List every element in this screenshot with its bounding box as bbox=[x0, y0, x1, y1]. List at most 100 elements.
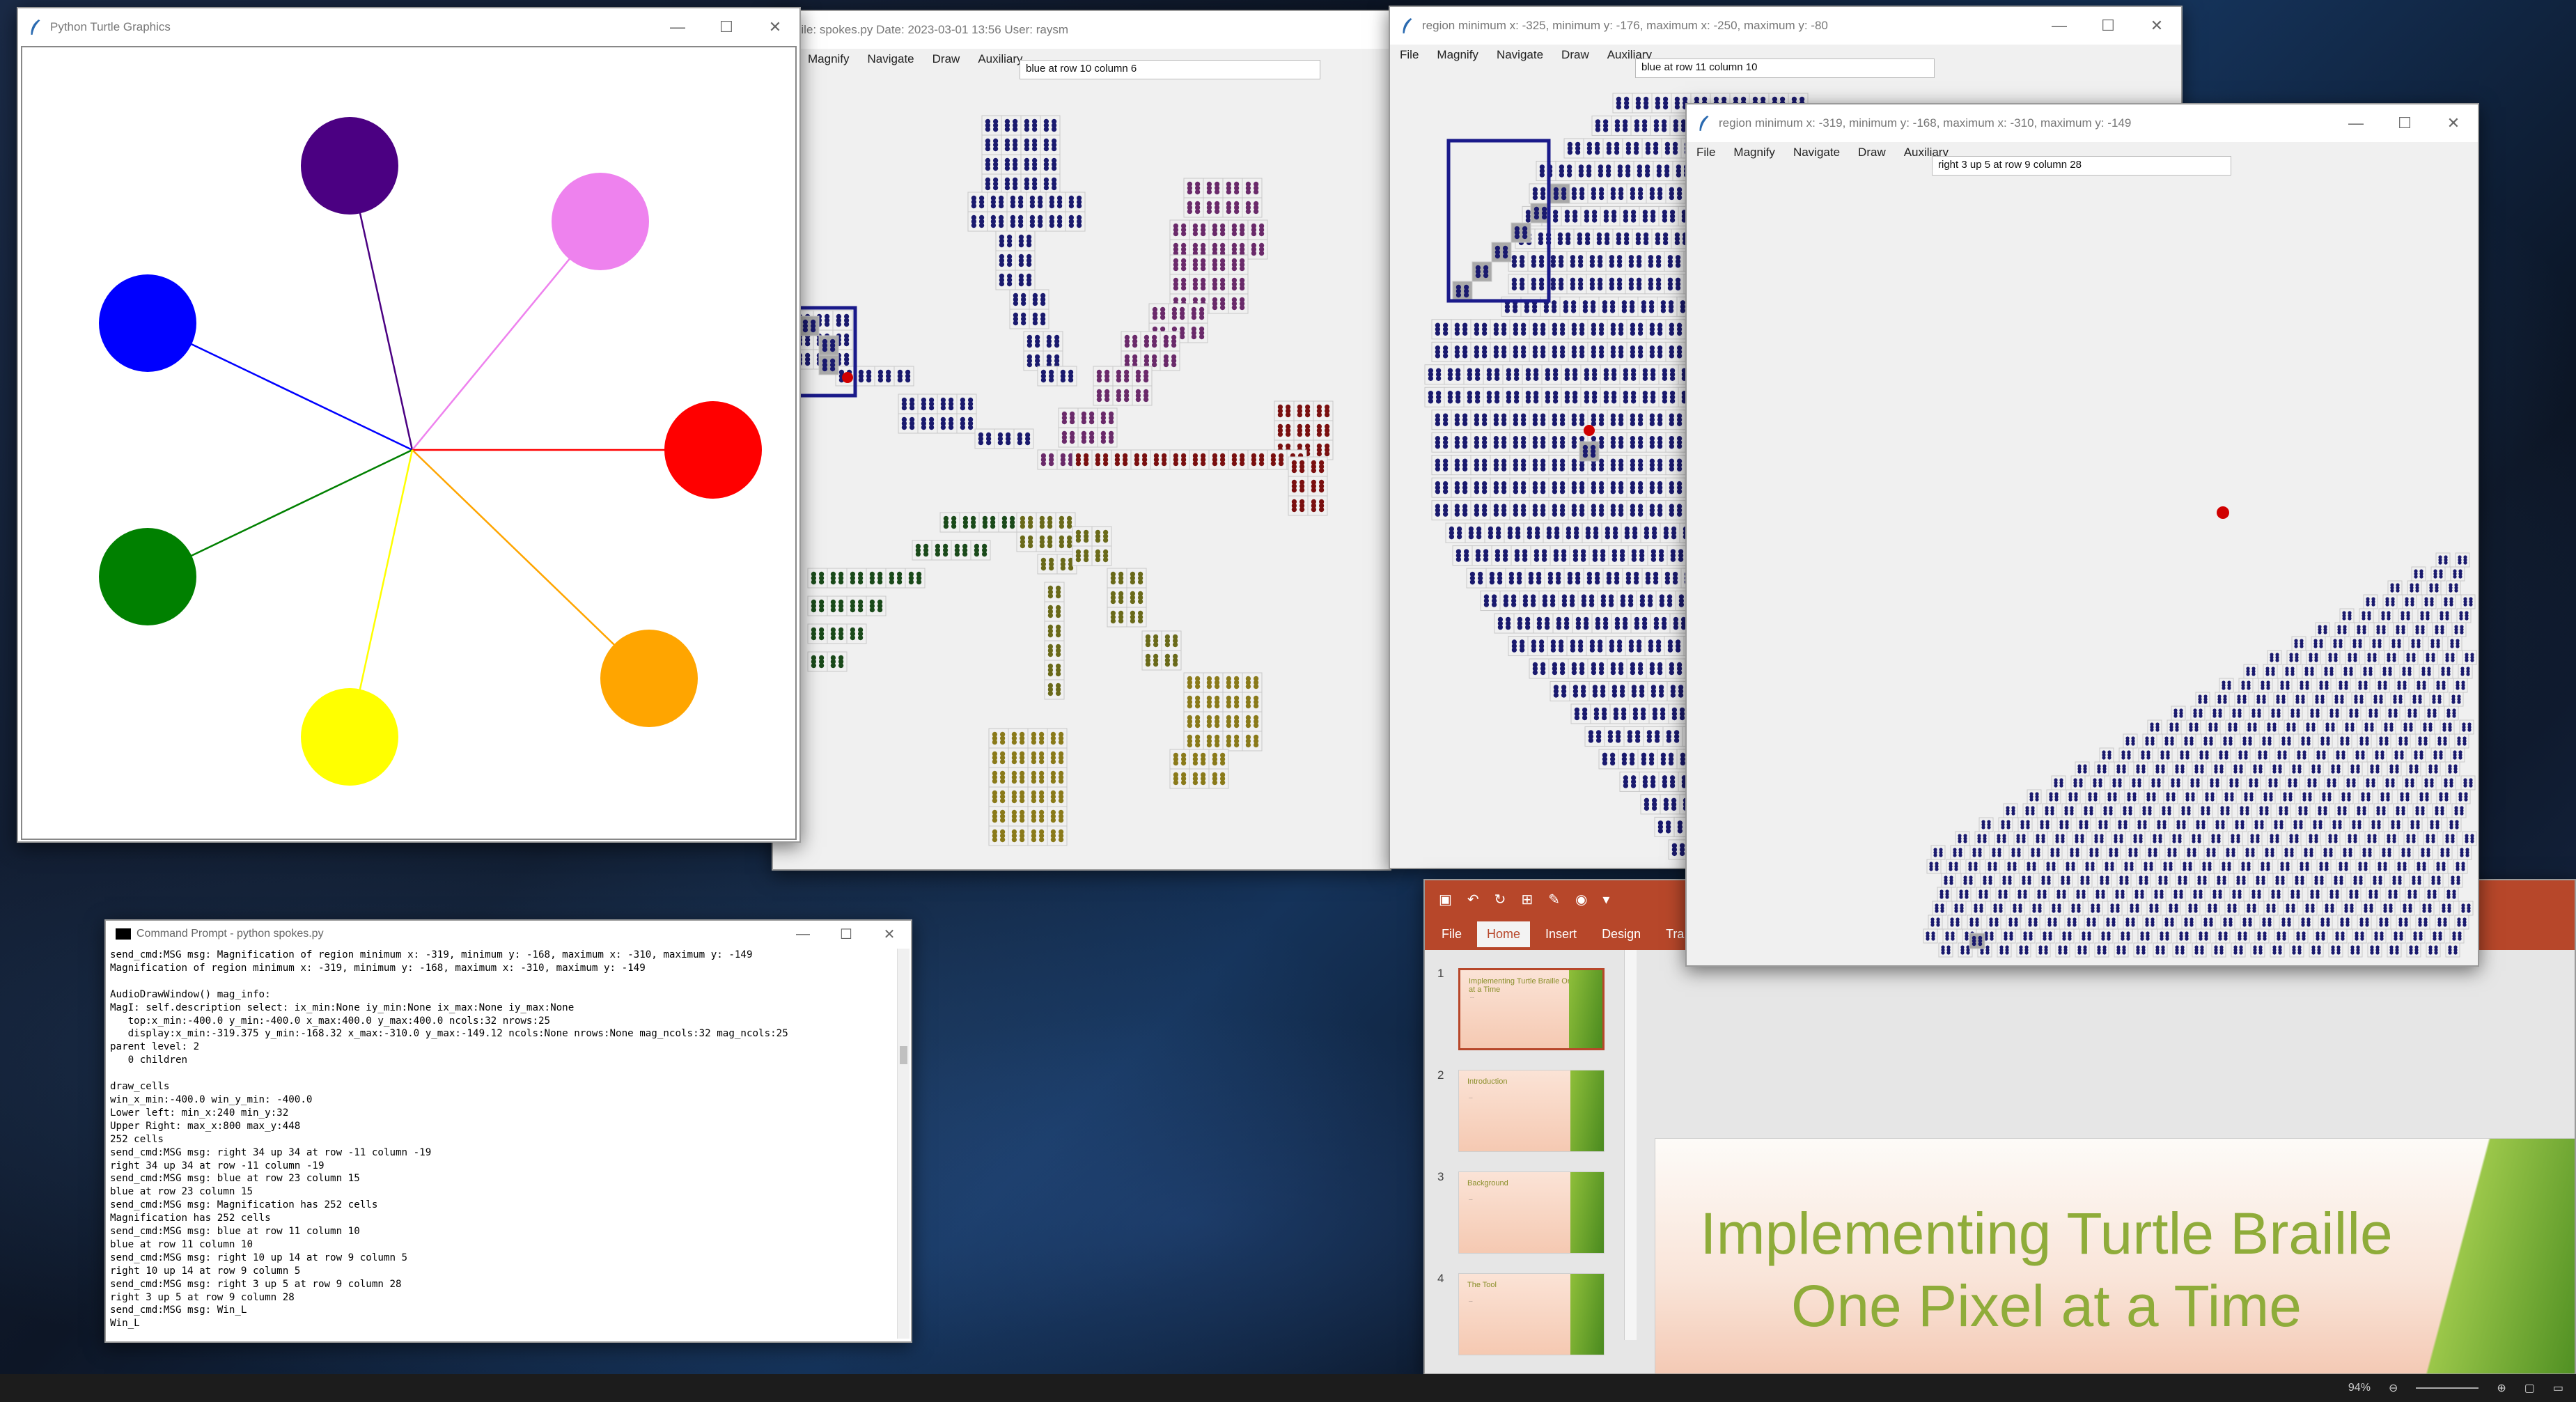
braille-dot bbox=[1311, 506, 1317, 513]
braille-dot bbox=[1481, 421, 1488, 426]
braille-grid-canvas[interactable] bbox=[773, 81, 1390, 868]
braille-dot bbox=[1012, 185, 1018, 191]
braille-cell bbox=[1183, 672, 1204, 693]
menu-draw[interactable]: Draw bbox=[1561, 48, 1589, 62]
braille-dot bbox=[1637, 421, 1644, 426]
braille-cell bbox=[1509, 319, 1530, 340]
braille-cell bbox=[1044, 601, 1065, 622]
braille-dot bbox=[1552, 421, 1558, 426]
braille-cell bbox=[1431, 410, 1452, 430]
braille-dot bbox=[1428, 375, 1434, 381]
braille-dot bbox=[1564, 217, 1570, 223]
braille-cell bbox=[1626, 319, 1647, 340]
braille-dot bbox=[1047, 612, 1054, 618]
braille-dot bbox=[1299, 467, 1305, 474]
braille-dot bbox=[1584, 217, 1590, 223]
braille-dot bbox=[1669, 466, 1675, 472]
braille-dot bbox=[1657, 444, 1663, 449]
braille-dot bbox=[1531, 285, 1537, 291]
braille-dot bbox=[1610, 194, 1616, 201]
braille-cell bbox=[1015, 250, 1036, 271]
braille-dot bbox=[1559, 669, 1566, 676]
braille-dot bbox=[1616, 285, 1623, 291]
braille-cell bbox=[1636, 591, 1657, 612]
braille-dot bbox=[1525, 398, 1531, 404]
braille-dot bbox=[1489, 579, 1495, 585]
braille-dot bbox=[1219, 779, 1226, 786]
menu-draw[interactable]: Draw bbox=[932, 52, 960, 66]
braille-dot bbox=[1653, 579, 1659, 585]
braille-cell bbox=[1036, 531, 1056, 552]
braille-dot bbox=[1013, 320, 1019, 326]
braille-dot bbox=[1318, 487, 1325, 493]
braille-dot bbox=[1083, 460, 1089, 467]
close-button[interactable]: ✕ bbox=[2132, 7, 2181, 45]
menu-file[interactable]: File bbox=[1400, 48, 1419, 62]
braille-dot bbox=[1040, 377, 1047, 383]
status-entry[interactable]: blue at row 11 column 10 bbox=[1635, 59, 1935, 78]
braille-cell bbox=[1189, 219, 1210, 240]
braille-cell bbox=[1561, 387, 1582, 407]
braille-dot bbox=[1661, 127, 1667, 132]
braille-dot bbox=[1493, 489, 1499, 494]
braille-dot bbox=[1575, 579, 1581, 585]
braille-dot bbox=[1598, 669, 1605, 676]
braille-dot bbox=[1553, 556, 1559, 562]
braille-cell bbox=[1665, 432, 1686, 453]
braille-cell bbox=[1044, 582, 1065, 602]
braille-dot bbox=[1161, 460, 1167, 467]
braille-cell bbox=[995, 270, 1016, 290]
braille-dot bbox=[1559, 353, 1566, 359]
braille-dot bbox=[1043, 146, 1049, 152]
braille-cell bbox=[1222, 692, 1243, 712]
braille-dot bbox=[1651, 534, 1657, 540]
braille-dot bbox=[1043, 165, 1049, 171]
braille-cell bbox=[1612, 228, 1633, 249]
braille-dot bbox=[1011, 836, 1017, 843]
braille-dot bbox=[1597, 285, 1603, 291]
menu-navigate[interactable]: Navigate bbox=[1497, 48, 1543, 62]
braille-dot bbox=[1219, 460, 1226, 467]
braille-main-titlebar[interactable]: File: spokes.py Date: 2023-03-01 13:56 U… bbox=[773, 11, 1390, 49]
braille-dot bbox=[1571, 330, 1577, 336]
braille-dot bbox=[1550, 263, 1556, 268]
braille-dot bbox=[1570, 308, 1577, 313]
braille-dot bbox=[1637, 669, 1644, 676]
braille-dot bbox=[1550, 647, 1556, 653]
menu-navigate[interactable]: Navigate bbox=[868, 52, 914, 66]
braille-cell bbox=[1566, 274, 1587, 295]
braille-dot bbox=[1316, 451, 1322, 457]
braille-dot bbox=[869, 607, 875, 613]
braille-dot bbox=[1038, 758, 1045, 765]
braille-dot bbox=[962, 523, 969, 529]
braille-cell bbox=[1121, 331, 1141, 352]
braille-dot bbox=[1212, 231, 1218, 237]
menu-magnify[interactable]: Magnify bbox=[808, 52, 850, 66]
braille-dot bbox=[810, 327, 816, 333]
braille-cell bbox=[1568, 500, 1588, 521]
braille-dot bbox=[857, 607, 864, 613]
menu-auxiliary[interactable]: Auxiliary bbox=[978, 52, 1022, 66]
minimize-button[interactable]: — bbox=[2035, 7, 2084, 45]
braille-dot bbox=[999, 778, 1006, 784]
maximize-button[interactable]: ☐ bbox=[2084, 7, 2132, 45]
braille-dot bbox=[1670, 556, 1676, 562]
braille-dot bbox=[1047, 593, 1054, 599]
braille-dot bbox=[1153, 661, 1159, 667]
status-entry[interactable]: blue at row 10 column 6 bbox=[1020, 60, 1320, 79]
braille-cell bbox=[1519, 591, 1540, 612]
braille-dot bbox=[1678, 602, 1685, 607]
menu-magnify[interactable]: Magnify bbox=[1437, 48, 1478, 62]
braille-cell bbox=[1588, 545, 1609, 566]
braille-cell bbox=[1580, 387, 1601, 407]
braille-main-window[interactable]: File: spokes.py Date: 2023-03-01 13:56 U… bbox=[772, 10, 1391, 871]
braille-cell bbox=[1490, 432, 1511, 453]
braille-dot bbox=[1206, 742, 1212, 748]
braille-dot bbox=[1676, 511, 1683, 517]
region1-titlebar[interactable]: region minimum x: -325, minimum y: -176,… bbox=[1390, 7, 2181, 45]
braille-dot bbox=[1532, 466, 1538, 472]
braille-dot bbox=[1018, 281, 1024, 287]
braille-cell bbox=[1646, 341, 1666, 362]
braille-dot bbox=[1231, 265, 1238, 272]
braille-dot bbox=[1618, 421, 1624, 426]
